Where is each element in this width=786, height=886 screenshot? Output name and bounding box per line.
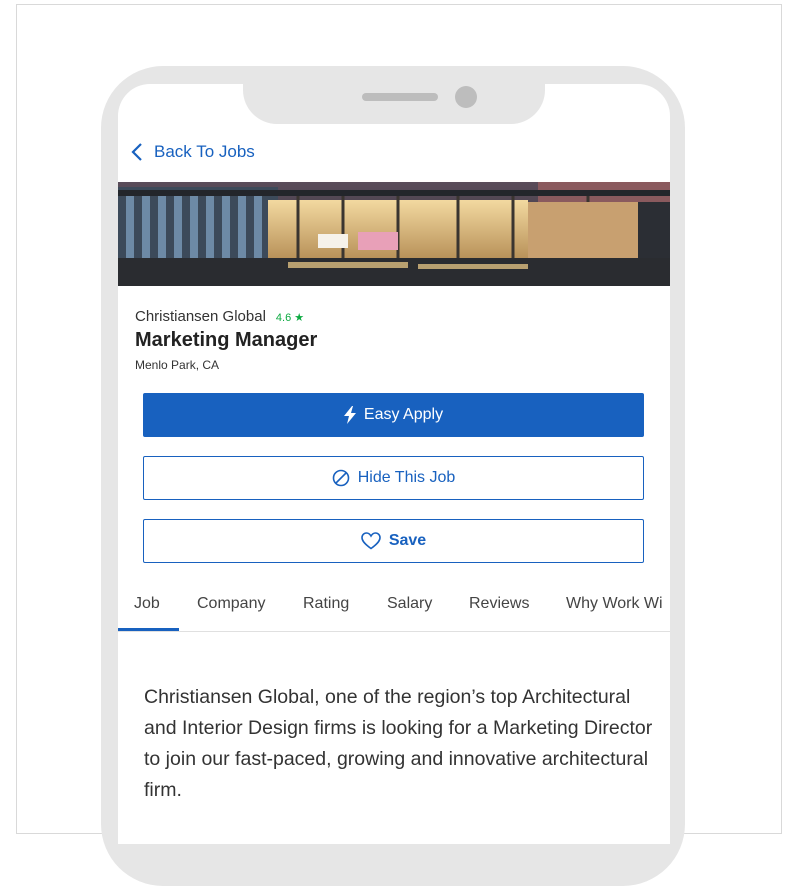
tab-salary[interactable]: Salary — [387, 595, 432, 613]
building-photo — [118, 182, 670, 286]
heart-icon — [361, 532, 381, 550]
tab-company[interactable]: Company — [197, 595, 265, 613]
job-title: Marketing Manager — [135, 329, 318, 351]
company-name: Christiansen Global — [135, 308, 266, 325]
company-rating: 4.6 ★ — [275, 312, 305, 324]
job-tabs: Job Company Rating Salary Reviews Why Wo… — [118, 589, 670, 632]
tab-why-work-with-us[interactable]: Why Work Wi — [566, 595, 663, 613]
easy-apply-label: Easy Apply — [363, 406, 444, 423]
save-button[interactable]: Save — [143, 519, 644, 563]
back-label: Back To Jobs — [154, 142, 255, 161]
back-to-jobs-link[interactable]: Back To Jobs — [130, 142, 255, 162]
easy-apply-button[interactable]: Easy Apply — [143, 393, 644, 437]
tab-job[interactable]: Job — [134, 595, 160, 613]
job-description: Christiansen Global, one of the region’s… — [144, 686, 653, 801]
tab-rating[interactable]: Rating — [303, 595, 349, 613]
speaker-grille — [362, 93, 438, 101]
tab-reviews[interactable]: Reviews — [469, 595, 529, 613]
hide-job-label: Hide This Job — [357, 469, 456, 486]
company-row: Christiansen Global 4.6 ★ — [135, 308, 304, 325]
phone-screen: Back To Jobs Christiansen Global 4.6 ★ M… — [118, 84, 670, 844]
save-label: Save — [388, 532, 427, 549]
company-hero-image — [118, 182, 670, 286]
job-location: Menlo Park, CA — [135, 358, 220, 372]
active-tab-indicator — [118, 628, 179, 631]
hide-job-button[interactable]: Hide This Job — [143, 456, 644, 500]
chevron-left-icon — [131, 143, 142, 161]
ban-icon — [332, 469, 350, 487]
lightning-icon — [343, 406, 356, 424]
front-camera — [455, 86, 477, 108]
